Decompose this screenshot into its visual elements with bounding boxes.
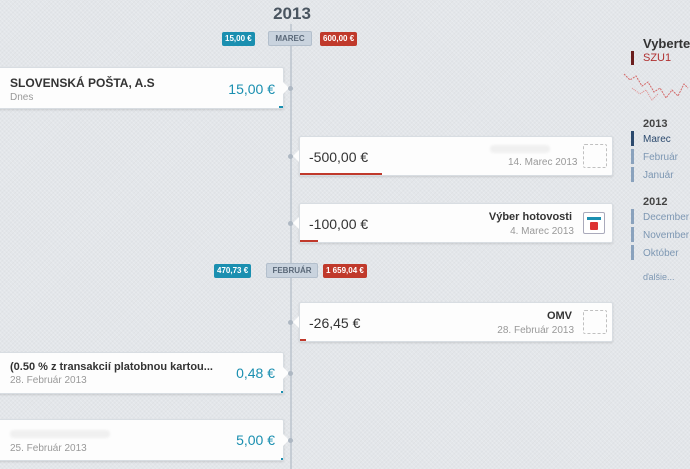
transaction-card[interactable]: 25. Február 2013 5,00 € <box>0 419 284 461</box>
timeline-dot <box>288 221 293 226</box>
sidebar-year[interactable]: 2012 <box>643 196 667 208</box>
month-marker <box>631 131 634 146</box>
year-heading: 2013 <box>273 4 311 23</box>
transaction-card[interactable]: (0.50 % z transakcií platobnou kartou...… <box>0 352 284 394</box>
transaction-date: 14. Marec 2013 <box>508 157 578 168</box>
transaction-date: 28. Február 2013 <box>497 325 574 336</box>
merchant-placeholder-icon <box>583 144 607 168</box>
redacted-title <box>490 145 550 153</box>
transaction-amount: -500,00 € <box>309 149 369 165</box>
month-marker <box>631 227 634 242</box>
amount-bar <box>281 391 283 393</box>
amount-bar <box>279 106 283 108</box>
sidebar-month-december[interactable]: December <box>643 212 689 223</box>
transaction-date: Dnes <box>10 92 34 103</box>
transaction-amount: -100,00 € <box>309 216 369 232</box>
transaction-date: 25. Február 2013 <box>10 443 87 454</box>
sidebar-month-november[interactable]: November <box>643 230 689 241</box>
transaction-amount: 5,00 € <box>236 432 275 448</box>
transaction-card[interactable]: -26,45 € OMV 28. Február 2013 <box>299 302 613 342</box>
sidebar-month-marec[interactable]: Marec <box>643 134 671 145</box>
month-income-badge: 15,00 € <box>222 32 255 46</box>
month-expense-badge: 1 659,04 € <box>323 264 367 278</box>
month-marker <box>631 245 634 260</box>
transaction-date: 28. Február 2013 <box>10 375 87 386</box>
transaction-amount: 15,00 € <box>228 81 275 97</box>
timeline-dot <box>288 320 293 325</box>
transaction-title: OMV <box>546 310 572 322</box>
sidebar-month-januar[interactable]: Január <box>643 170 674 181</box>
timeline-dot <box>288 86 293 91</box>
transaction-card[interactable]: -500,00 € 14. Marec 2013 <box>299 136 613 176</box>
month-label[interactable]: FEBRUÁR <box>266 263 318 278</box>
sidebar-month-oktober[interactable]: Október <box>643 248 679 259</box>
spending-sparkline <box>623 73 689 101</box>
transaction-amount: 0,48 € <box>236 365 275 381</box>
month-expense-badge: 600,00 € <box>320 32 358 46</box>
timeline-dot <box>288 371 293 376</box>
card-pointer <box>293 316 299 328</box>
month-marker <box>631 209 634 224</box>
more-link[interactable]: ďalšie... <box>643 272 675 282</box>
amount-bar <box>300 240 318 242</box>
amount-bar <box>300 173 382 175</box>
account-marker <box>631 51 634 65</box>
sidebar-heading: Vyberte <box>643 36 690 51</box>
transaction-card[interactable]: -100,00 € Výber hotovosti 4. Marec 2013 <box>299 203 613 243</box>
redacted-title <box>10 430 110 438</box>
transaction-title: Výber hotovosti <box>488 211 572 223</box>
account-link[interactable]: SZU1 <box>643 52 671 64</box>
merchant-placeholder-icon <box>583 310 607 334</box>
transaction-amount: -26,45 € <box>309 315 361 331</box>
amount-bar <box>281 458 283 460</box>
transaction-title: (0.50 % z transakcií platobnou kartou... <box>10 361 213 373</box>
sidebar-year[interactable]: 2013 <box>643 118 667 130</box>
sidebar-month-februar[interactable]: Február <box>643 152 678 163</box>
atm-icon <box>583 212 605 234</box>
month-label[interactable]: MAREC <box>268 31 312 46</box>
transaction-title: SLOVENSKÁ POŠTA, A.S <box>10 76 155 90</box>
card-pointer <box>293 217 299 229</box>
transaction-date: 4. Marec 2013 <box>510 226 574 237</box>
transaction-card[interactable]: SLOVENSKÁ POŠTA, A.S Dnes 15,00 € <box>0 67 284 109</box>
month-marker <box>631 167 634 182</box>
amount-bar <box>300 339 306 341</box>
month-income-badge: 470,73 € <box>214 264 252 278</box>
card-pointer <box>293 150 299 162</box>
month-marker <box>631 149 634 164</box>
timeline-dot <box>288 438 293 443</box>
timeline-dot <box>288 154 293 159</box>
